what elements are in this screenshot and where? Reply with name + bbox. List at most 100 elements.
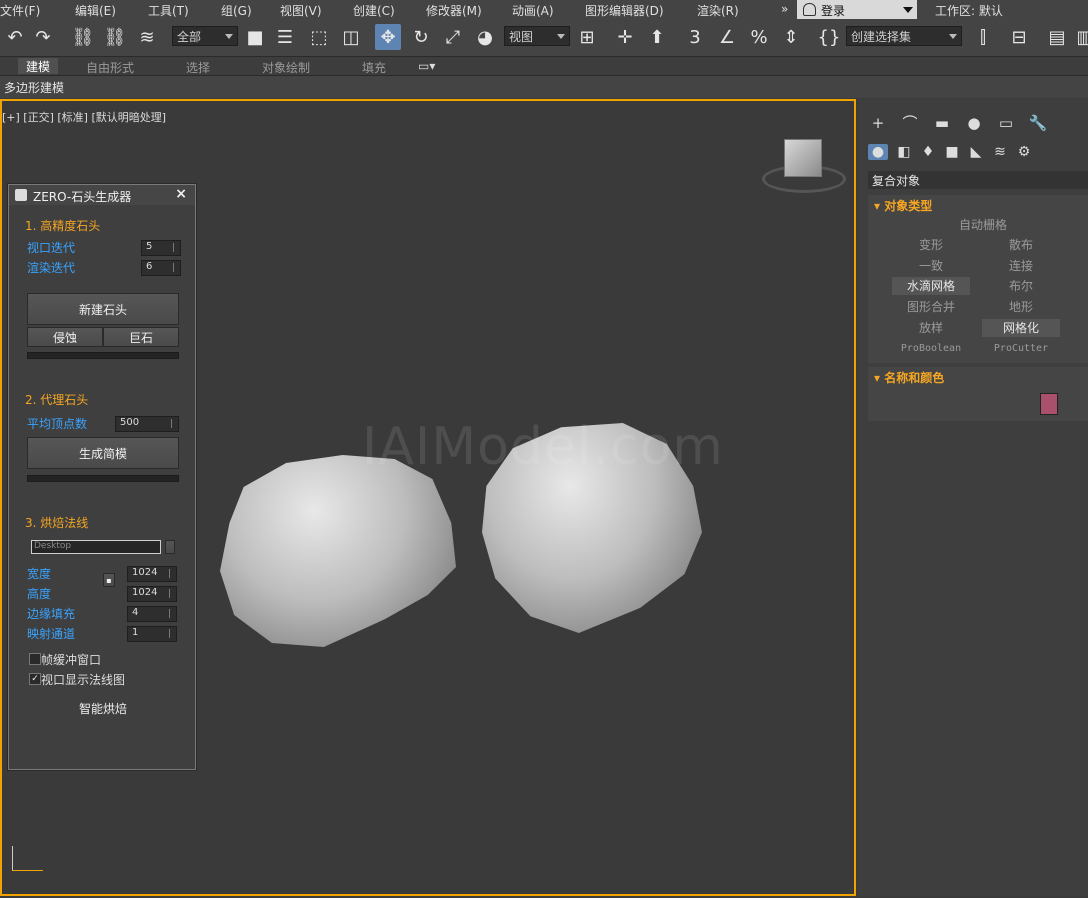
helpers-icon[interactable]: ◣ <box>966 144 986 160</box>
menu-graph-editors[interactable]: 图形编辑器(D) <box>585 2 664 19</box>
lights-icon[interactable]: ♦ <box>918 144 938 160</box>
menu-edit[interactable]: 编辑(E) <box>75 2 116 19</box>
systems-icon[interactable]: ⚙ <box>1014 144 1034 160</box>
height-spinner[interactable]: 1024 <box>127 586 177 602</box>
menu-view[interactable]: 视图(V) <box>280 2 322 19</box>
object-button-shapemerge[interactable]: 图形合并 <box>892 298 970 316</box>
output-path-field[interactable]: Desktop <box>31 540 161 554</box>
select-scale-icon[interactable]: ⤢ <box>440 24 466 50</box>
cameras-icon[interactable]: ■ <box>942 144 962 160</box>
angle-snap-icon[interactable]: ∠ <box>714 24 740 50</box>
select-move-icon[interactable]: ✥ <box>375 24 401 50</box>
panel-titlebar[interactable]: ZERO-石头生成器 × <box>9 185 195 205</box>
undo-icon[interactable]: ↶ <box>2 24 28 50</box>
object-button-loft[interactable]: 放样 <box>892 319 970 337</box>
tab-populate[interactable]: 填充 <box>362 59 386 76</box>
keyboard-shortcut-icon[interactable]: ⬆ <box>644 24 670 50</box>
create-tab-icon[interactable]: + <box>868 115 888 131</box>
object-button-boolean[interactable]: 布尔 <box>982 277 1060 295</box>
edit-named-selection-icon[interactable]: {} <box>816 24 842 50</box>
menu-tools[interactable]: 工具(T) <box>148 2 189 19</box>
smart-bake-button[interactable]: 智能烘焙 <box>27 695 179 721</box>
scene-explorer-icon[interactable]: ▤ <box>1044 24 1070 50</box>
spinner-snap-icon[interactable]: ⇕ <box>778 24 804 50</box>
menu-rendering[interactable]: 渲染(R) <box>697 2 739 19</box>
object-button-mesher[interactable]: 网格化 <box>982 319 1060 337</box>
login-dropdown[interactable]: 登录 <box>797 0 917 19</box>
rectangular-selection-icon[interactable]: ⬚ <box>306 24 332 50</box>
menu-create[interactable]: 创建(C) <box>353 2 395 19</box>
avg-vertices-spinner[interactable]: 500 <box>115 416 179 432</box>
tab-freeform[interactable]: 自由形式 <box>86 59 134 76</box>
viewport-iter-spinner[interactable]: 5 <box>141 240 181 256</box>
tab-object-paint[interactable]: 对象绘制 <box>262 59 310 76</box>
menu-overflow-icon[interactable]: » <box>781 2 788 16</box>
object-button-proboolean[interactable]: ProBoolean <box>892 340 970 358</box>
lock-ratio-icon[interactable]: ▪ <box>103 573 115 587</box>
padding-spinner[interactable]: 4 <box>127 606 177 622</box>
frame-buffer-checkbox[interactable] <box>29 653 41 665</box>
named-selection-dropdown[interactable]: 创建选择集 <box>846 26 962 46</box>
bind-space-warp-icon[interactable]: ≋ <box>134 24 160 50</box>
menu-animation[interactable]: 动画(A) <box>512 2 554 19</box>
browse-path-button[interactable] <box>165 540 175 554</box>
render-iter-spinner[interactable]: 6 <box>141 260 181 276</box>
manipulate-icon[interactable]: ✛ <box>612 24 638 50</box>
percent-snap-icon[interactable]: % <box>746 24 772 50</box>
object-button-connect[interactable]: 连接 <box>982 257 1060 275</box>
object-button-terrain[interactable]: 地形 <box>982 298 1060 316</box>
layer-explorer-icon[interactable]: ▥ <box>1072 24 1088 50</box>
space-warps-icon[interactable]: ≋ <box>990 144 1010 160</box>
utilities-tab-icon[interactable]: 🔧 <box>1028 115 1048 131</box>
auto-grid-checkbox[interactable]: 自动栅格 <box>938 216 1028 234</box>
category-dropdown[interactable]: 复合对象 <box>868 171 1088 189</box>
motion-tab-icon[interactable]: ● <box>964 115 984 131</box>
object-color-swatch[interactable] <box>1040 393 1058 415</box>
viewport-label[interactable]: [+] [正交] [标准] [默认明暗处理] <box>2 109 166 125</box>
window-crossing-icon[interactable]: ◫ <box>338 24 364 50</box>
select-object-icon[interactable]: ■ <box>242 24 268 50</box>
ribbon-options-icon[interactable]: ▭▾ <box>418 59 435 73</box>
pivot-center-icon[interactable]: ⊞ <box>574 24 600 50</box>
boulder-button[interactable]: 巨石 <box>103 327 179 347</box>
hierarchy-tab-icon[interactable]: ▬ <box>932 115 952 131</box>
map-channel-spinner[interactable]: 1 <box>127 626 177 642</box>
modify-tab-icon[interactable]: ⌒ <box>900 115 920 131</box>
generate-simple-button[interactable]: 生成简模 <box>27 437 179 469</box>
unlink-icon[interactable]: ⛓ <box>102 24 128 50</box>
object-type-header[interactable]: ▾ 对象类型 <box>874 197 932 214</box>
display-tab-icon[interactable]: ▭ <box>996 115 1016 131</box>
snaps-toggle-icon[interactable]: 3 <box>682 24 708 50</box>
redo-icon[interactable]: ↷ <box>30 24 56 50</box>
tab-modeling[interactable]: 建模 <box>18 58 59 74</box>
shapes-icon[interactable]: ◧ <box>894 144 914 160</box>
align-icon[interactable]: ⊟ <box>1006 24 1032 50</box>
menu-modifiers[interactable]: 修改器(M) <box>426 2 482 19</box>
new-rock-button[interactable]: 新建石头 <box>27 293 179 325</box>
viewcube-icon[interactable] <box>784 139 822 177</box>
mirror-icon[interactable]: ⫿ <box>970 24 996 50</box>
select-by-name-icon[interactable]: ☰ <box>272 24 298 50</box>
object-button-conform[interactable]: 一致 <box>892 257 970 275</box>
menu-group[interactable]: 组(G) <box>221 2 252 19</box>
rock-mesh-left[interactable] <box>220 455 456 647</box>
selection-filter-dropdown[interactable]: 全部 <box>172 26 238 46</box>
reference-coordinate-dropdown[interactable]: 视图 <box>504 26 570 46</box>
name-color-header[interactable]: ▾ 名称和颜色 <box>874 369 944 386</box>
tab-selection[interactable]: 选择 <box>186 59 210 76</box>
object-button-scatter[interactable]: 散布 <box>982 236 1060 254</box>
object-button-blobmesh[interactable]: 水滴网格 <box>892 277 970 295</box>
select-place-icon[interactable]: ◕ <box>472 24 498 50</box>
geometry-icon[interactable]: ● <box>868 144 888 160</box>
link-icon[interactable]: ⛓ <box>70 24 96 50</box>
show-normal-map-checkbox[interactable]: ✓ <box>29 673 41 685</box>
object-button-morph[interactable]: 变形 <box>892 236 970 254</box>
close-icon[interactable]: × <box>175 186 187 202</box>
erode-button[interactable]: 侵蚀 <box>27 327 103 347</box>
object-button-procutter[interactable]: ProCutter <box>982 340 1060 358</box>
polygon-modeling-label[interactable]: 多边形建模 <box>4 79 64 96</box>
select-rotate-icon[interactable]: ↻ <box>408 24 434 50</box>
workspace-selector[interactable]: 工作区: 默认 <box>935 2 1003 19</box>
menu-file[interactable]: 文件(F) <box>0 2 40 19</box>
width-spinner[interactable]: 1024 <box>127 566 177 582</box>
